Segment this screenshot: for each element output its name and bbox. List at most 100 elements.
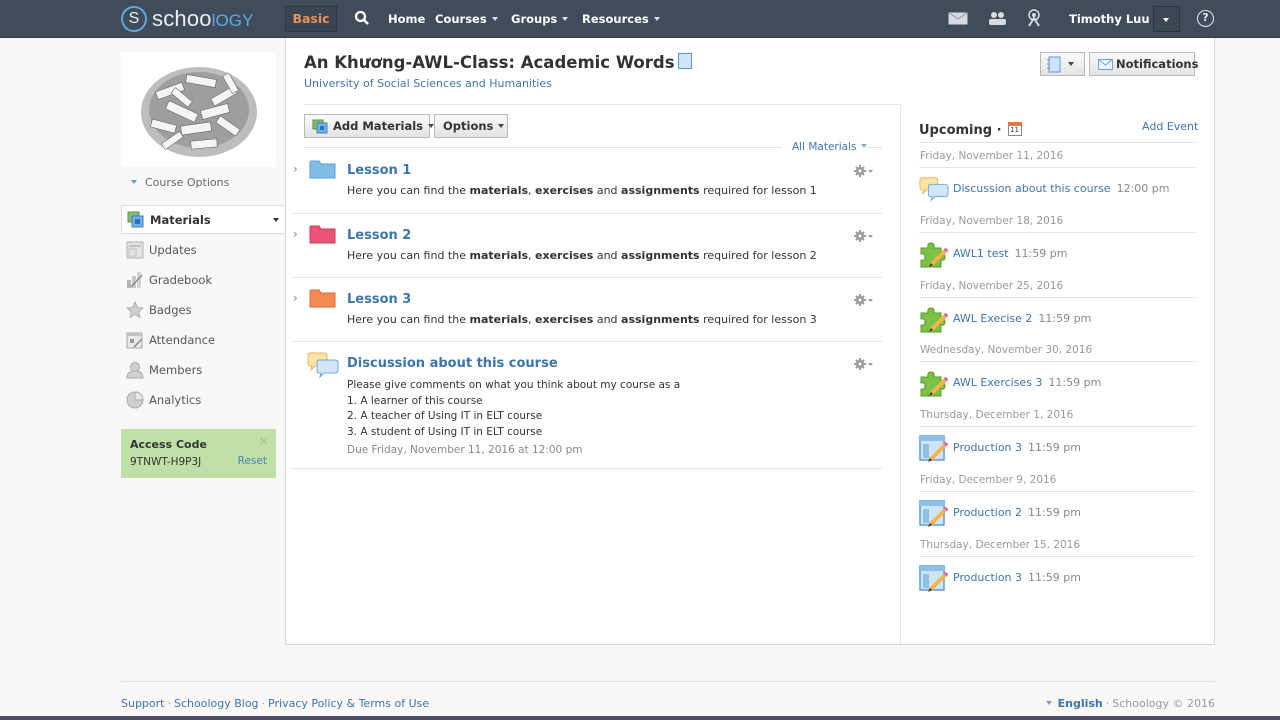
course-notebook-icon <box>677 53 692 69</box>
filter-divider <box>866 147 882 148</box>
upcoming-event-link[interactable]: Production 3 <box>953 571 1022 584</box>
sidebar-item-badges[interactable]: Badges <box>121 299 281 323</box>
upcoming-event-time: 11:59 pm <box>1028 441 1081 455</box>
footer-privacy-link[interactable]: Privacy Policy & Terms of Use <box>268 697 429 710</box>
user-menu-dropdown[interactable] <box>1153 6 1180 32</box>
upcoming-date-header: Friday, November 25, 2016 <box>920 279 1064 292</box>
mail-icon[interactable] <box>948 12 968 25</box>
upcoming-event-link[interactable]: Discussion about this course <box>953 182 1111 195</box>
members-icon <box>126 362 144 379</box>
upcoming-event-link[interactable]: Production 2 <box>953 506 1022 519</box>
basic-mode-button[interactable]: Basic <box>285 6 337 32</box>
nav-courses[interactable]: Courses <box>435 0 498 38</box>
people-icon[interactable] <box>988 11 1006 26</box>
footer-divider <box>121 681 1215 682</box>
chevron-down-icon <box>131 180 137 184</box>
materials-icon <box>127 211 144 228</box>
options-button[interactable]: Options <box>434 114 508 138</box>
chevron-down-icon <box>1163 18 1169 22</box>
sidebar-item-gradebook[interactable]: Gradebook <box>121 269 281 293</box>
chevron-down-icon <box>1045 701 1052 705</box>
folder-icon <box>309 160 336 179</box>
upcoming-event-link[interactable]: AWL Exercises 3 <box>953 376 1042 389</box>
sidebar-item-attendance[interactable]: Attendance <box>121 329 281 353</box>
expand-chevron-icon[interactable]: › <box>293 227 298 241</box>
upcoming-event-link[interactable]: Production 3 <box>953 441 1022 454</box>
upcoming-date-header: Friday, December 9, 2016 <box>920 474 1057 486</box>
upcoming-title: Upcoming · 11 <box>919 122 1023 138</box>
access-code-value: 9TNWT-H9P3J <box>130 456 202 468</box>
discussion-title[interactable]: Discussion about this course <box>347 356 558 371</box>
footer-links: Support · Schoology Blog · Privacy Policy & … <box>121 697 430 710</box>
gear-icon[interactable] <box>854 294 874 306</box>
material-title[interactable]: Lesson 1 <box>347 163 411 178</box>
upcoming-event-time: 11:59 pm <box>1038 311 1092 325</box>
course-view-dropdown[interactable] <box>1040 52 1085 76</box>
sidebar-item-members[interactable]: Members <box>121 359 281 383</box>
language-selector[interactable]: English <box>1058 697 1103 710</box>
upcoming-event-time: 11:59 pm <box>1028 506 1081 519</box>
course-options-toggle[interactable]: Course Options <box>131 176 229 189</box>
material-title[interactable]: Lesson 2 <box>347 228 411 243</box>
search-icon[interactable] <box>354 10 370 26</box>
upcoming-event-time: 11:59 pm <box>1014 246 1068 260</box>
gear-icon[interactable] <box>854 358 874 370</box>
chevron-down-icon <box>498 124 505 128</box>
add-materials-button[interactable]: Add Materials <box>304 114 435 138</box>
word-cloud-image <box>141 67 257 157</box>
nav-groups[interactable]: Groups <box>511 0 569 38</box>
sidebar-item-materials[interactable]: Materials <box>121 205 286 234</box>
schoology-logo[interactable]: S schoolOGY <box>121 5 253 33</box>
sidebar-item-updates[interactable]: Updates <box>121 239 281 263</box>
material-title[interactable]: Lesson 3 <box>347 292 411 307</box>
upcoming-divider <box>919 167 1195 168</box>
footer-support-link[interactable]: Support <box>121 697 164 710</box>
attendance-icon <box>126 332 143 349</box>
footer-blog-link[interactable]: Schoology Blog <box>174 697 259 710</box>
gear-icon[interactable] <box>854 230 874 242</box>
chevron-down-icon <box>491 17 498 21</box>
header-divider <box>304 104 900 105</box>
folder-icon <box>309 225 336 244</box>
discussion-due-date: Due Friday, November 11, 2016 at 12:00 p… <box>347 444 583 456</box>
chevron-down-icon <box>1068 62 1074 66</box>
gear-icon[interactable] <box>854 165 874 177</box>
column-divider <box>900 105 901 644</box>
expand-chevron-icon[interactable]: › <box>293 291 298 305</box>
taskbar-edge <box>0 716 1280 720</box>
chevron-down-icon <box>562 17 569 21</box>
upcoming-date-header: Thursday, December 15, 2016 <box>920 538 1081 551</box>
material-description: Here you can find the materials, exercis… <box>347 184 817 197</box>
help-icon[interactable]: ? <box>1197 10 1214 27</box>
material-row-discussion: Discussion about this course Please give… <box>291 342 882 469</box>
close-icon[interactable]: × <box>258 434 269 449</box>
sidebar-item-analytics[interactable]: Analytics <box>121 389 281 413</box>
assessment-icon <box>919 240 949 268</box>
user-name[interactable]: Timothy Luu <box>1069 0 1150 38</box>
nav-resources[interactable]: Resources <box>582 0 660 38</box>
assignment-icon <box>919 499 949 527</box>
folder-shape <box>309 289 336 308</box>
expand-chevron-icon[interactable]: › <box>293 162 298 176</box>
upcoming-event-link[interactable]: AWL1 test <box>953 247 1009 260</box>
calendar-icon[interactable]: 11 <box>1008 122 1023 136</box>
discussion-body: Please give comments on what you think a… <box>347 378 680 459</box>
folder-icon <box>309 289 336 308</box>
chevron-down-icon <box>861 144 868 148</box>
notifications-icon[interactable] <box>1027 9 1041 27</box>
school-link[interactable]: University of Social Sciences and Humani… <box>304 77 552 90</box>
upcoming-event-time: 11:59 pm <box>1028 570 1081 584</box>
material-row-lesson-1: › Lesson 1 Here you can find the materia… <box>291 149 882 214</box>
assignment-icon <box>919 564 949 592</box>
reset-access-code-link[interactable]: Reset <box>238 455 267 467</box>
notifications-button[interactable]: Notifications <box>1089 52 1198 76</box>
logo-s-icon: S <box>121 6 147 32</box>
discussion-icon <box>307 352 339 379</box>
upcoming-event-link[interactable]: AWL Execise 2 <box>953 312 1032 325</box>
copyright: Schoology © 2016 <box>1112 697 1215 710</box>
material-description: Here you can find the materials, exercis… <box>347 313 817 326</box>
chevron-down-icon[interactable] <box>273 218 279 222</box>
mail-icon <box>1098 59 1113 70</box>
nav-home[interactable]: Home <box>388 0 425 38</box>
add-event-link[interactable]: Add Event <box>1142 120 1198 133</box>
